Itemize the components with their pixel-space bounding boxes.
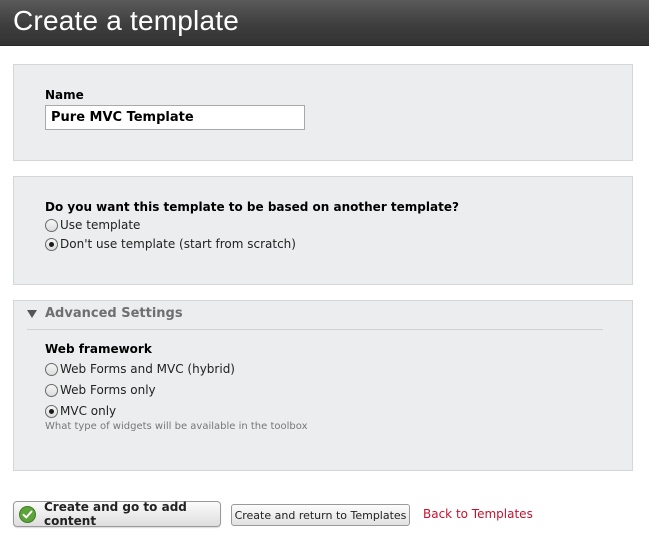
web-framework-label: Web framework xyxy=(45,342,152,356)
use-template-option[interactable]: Use template xyxy=(45,218,140,232)
page-header: Create a template xyxy=(0,0,649,46)
hybrid-option[interactable]: Web Forms and MVC (hybrid) xyxy=(45,362,235,376)
advanced-settings-title: Advanced Settings xyxy=(45,306,183,321)
no-template-label: Don't use template (start from scratch) xyxy=(60,237,296,251)
create-and-add-content-button[interactable]: Create and go to add content xyxy=(13,500,221,528)
webforms-option[interactable]: Web Forms only xyxy=(45,383,156,397)
check-icon xyxy=(19,505,36,523)
mvc-label: MVC only xyxy=(60,404,117,418)
divider xyxy=(27,329,603,330)
base-template-panel: Do you want this template to be based on… xyxy=(13,176,633,285)
create-and-add-content-label: Create and go to add content xyxy=(44,500,187,528)
triangle-down-icon xyxy=(27,309,37,318)
mvc-option[interactable]: MVC only xyxy=(45,404,116,418)
name-label: Name xyxy=(45,88,84,102)
name-panel: Name xyxy=(13,64,633,161)
no-template-radio[interactable] xyxy=(45,237,58,251)
no-template-option[interactable]: Don't use template (start from scratch) xyxy=(45,237,296,251)
hybrid-radio[interactable] xyxy=(45,362,58,376)
page-title: Create a template xyxy=(13,5,239,36)
base-template-question: Do you want this template to be based on… xyxy=(45,200,459,214)
use-template-label: Use template xyxy=(60,218,141,232)
mvc-radio[interactable] xyxy=(45,404,58,418)
advanced-settings-panel: Advanced Settings Web framework Web Form… xyxy=(13,300,633,471)
name-input[interactable] xyxy=(45,105,305,130)
webforms-radio[interactable] xyxy=(45,383,58,397)
back-to-templates-link[interactable]: Back to Templates xyxy=(423,507,533,521)
advanced-settings-toggle[interactable]: Advanced Settings xyxy=(27,306,183,321)
use-template-radio[interactable] xyxy=(45,218,58,232)
webforms-label: Web Forms only xyxy=(60,383,156,397)
create-and-return-button[interactable]: Create and return to Templates xyxy=(231,504,410,526)
hybrid-label: Web Forms and MVC (hybrid) xyxy=(60,362,235,376)
framework-hint: What type of widgets will be available i… xyxy=(45,421,308,432)
